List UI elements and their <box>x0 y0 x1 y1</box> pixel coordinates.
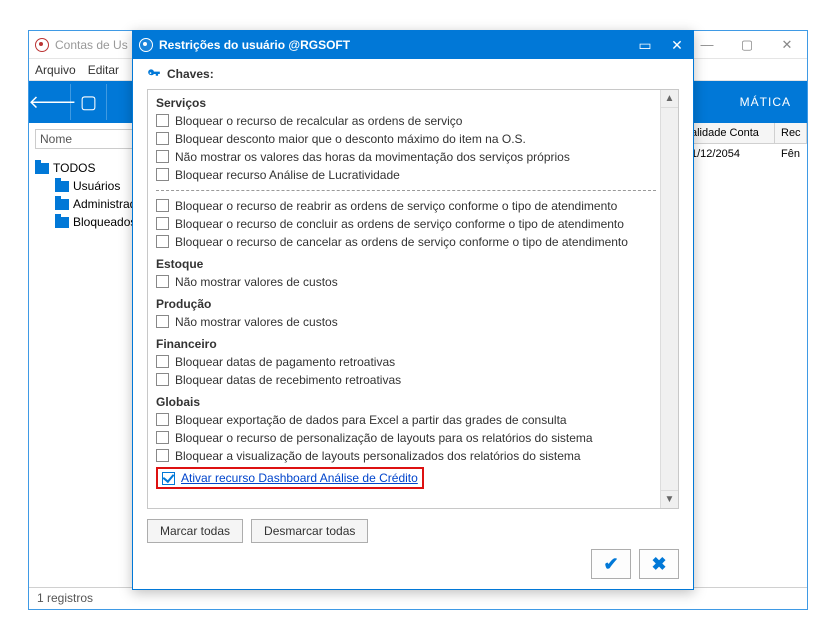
dialog-icon <box>139 38 153 52</box>
cell-date: 1/12/2054 <box>685 144 775 164</box>
checkbox-row[interactable]: Bloquear o recurso de concluir as ordens… <box>156 215 656 233</box>
restrictions-dialog: Restrições do usuário @RGSOFT ▭ ✕ Chaves… <box>132 30 694 590</box>
dialog-titlebar: Restrições do usuário @RGSOFT ▭ ✕ <box>133 31 693 59</box>
col-rec[interactable]: Rec <box>775 123 807 143</box>
highlighted-checkbox-row[interactable]: Ativar recurso Dashboard Análise de Créd… <box>156 467 424 489</box>
new-button[interactable]: ▢ <box>71 84 107 120</box>
dialog-maximize-button[interactable]: ▭ <box>629 31 661 59</box>
statusbar: 1 registros <box>29 587 807 609</box>
scroll-up-button[interactable]: ▲ <box>661 90 678 108</box>
dialog-title: Restrições do usuário @RGSOFT <box>159 38 350 52</box>
dialog-footer: ✔ ✖ <box>133 547 693 589</box>
checkbox[interactable] <box>156 199 169 212</box>
checkbox[interactable] <box>156 132 169 145</box>
brand-label: MÁTICA <box>740 95 791 109</box>
key-icon <box>147 67 161 81</box>
menu-arquivo[interactable]: Arquivo <box>35 63 76 77</box>
cell-rec: Fên <box>775 144 807 164</box>
checkbox[interactable] <box>156 373 169 386</box>
section-heading-producao: Produção <box>156 297 656 311</box>
checkbox-row[interactable]: Bloquear o recurso de cancelar as ordens… <box>156 233 656 251</box>
section-heading-estoque: Estoque <box>156 257 656 271</box>
checkbox-row[interactable]: Bloquear o recurso de personalização de … <box>156 429 656 447</box>
folder-icon <box>35 163 49 174</box>
checkbox-row[interactable]: Bloquear recurso Análise de Lucratividad… <box>156 166 656 184</box>
folder-icon <box>55 181 69 192</box>
checkbox[interactable] <box>156 235 169 248</box>
checkbox[interactable] <box>156 150 169 163</box>
checkbox[interactable] <box>156 275 169 288</box>
dialog-window-controls: ▭ ✕ <box>629 31 693 59</box>
keys-label: Chaves: <box>167 67 214 81</box>
app-icon <box>35 38 49 52</box>
section-heading-globais: Globais <box>156 395 656 409</box>
dialog-close-button[interactable]: ✕ <box>661 31 693 59</box>
checkbox-row[interactable]: Não mostrar valores de custos <box>156 313 656 331</box>
checkbox[interactable] <box>156 315 169 328</box>
divider <box>156 190 656 191</box>
section-heading-financeiro: Financeiro <box>156 337 656 351</box>
folder-icon <box>55 199 69 210</box>
checkbox[interactable] <box>156 355 169 368</box>
ok-button[interactable]: ✔ <box>591 549 631 579</box>
checkbox[interactable] <box>156 168 169 181</box>
main-title: Contas de Us <box>55 38 128 52</box>
section-heading-servicos: Serviços <box>156 96 656 110</box>
checkbox-row[interactable]: Bloquear a visualização de layouts perso… <box>156 447 656 465</box>
dialog-subheader: Chaves: <box>133 59 693 89</box>
checkbox-row[interactable]: Bloquear o recurso de recalcular as orde… <box>156 112 656 130</box>
checkbox[interactable] <box>156 449 169 462</box>
col-validade[interactable]: alidade Conta <box>685 123 775 143</box>
close-button[interactable]: ✕ <box>767 31 807 59</box>
scrollbar[interactable]: ▲ ▼ <box>660 90 678 508</box>
checkbox[interactable] <box>156 413 169 426</box>
checkbox-row[interactable]: Bloquear o recurso de reabrir as ordens … <box>156 197 656 215</box>
checkbox-row[interactable]: Não mostrar os valores das horas da movi… <box>156 148 656 166</box>
cancel-button[interactable]: ✖ <box>639 549 679 579</box>
uncheck-all-button[interactable]: Desmarcar todas <box>251 519 368 543</box>
checkbox[interactable] <box>156 431 169 444</box>
checkbox[interactable] <box>156 114 169 127</box>
bulk-buttons: Marcar todas Desmarcar todas <box>133 509 693 543</box>
maximize-button[interactable]: ▢ <box>727 31 767 59</box>
checkbox-row[interactable]: Bloquear datas de recebimento retroativa… <box>156 371 656 389</box>
checkbox-checked[interactable] <box>162 472 175 485</box>
restrictions-list: ▲ ▼ Serviços Bloquear o recurso de recal… <box>147 89 679 509</box>
back-button[interactable]: 🡐 <box>35 84 71 120</box>
checkbox-row[interactable]: Bloquear datas de pagamento retroativas <box>156 353 656 371</box>
checkbox[interactable] <box>156 217 169 230</box>
checkbox-row[interactable]: Não mostrar valores de custos <box>156 273 656 291</box>
scroll-down-button[interactable]: ▼ <box>661 490 678 508</box>
check-all-button[interactable]: Marcar todas <box>147 519 243 543</box>
highlighted-label: Ativar recurso Dashboard Análise de Créd… <box>181 471 418 485</box>
checkbox-row[interactable]: Bloquear desconto maior que o desconto m… <box>156 130 656 148</box>
checkbox-row[interactable]: Bloquear exportação de dados para Excel … <box>156 411 656 429</box>
folder-icon <box>55 217 69 228</box>
main-window-controls: — ▢ ✕ <box>687 31 807 59</box>
menu-editar[interactable]: Editar <box>88 63 119 77</box>
